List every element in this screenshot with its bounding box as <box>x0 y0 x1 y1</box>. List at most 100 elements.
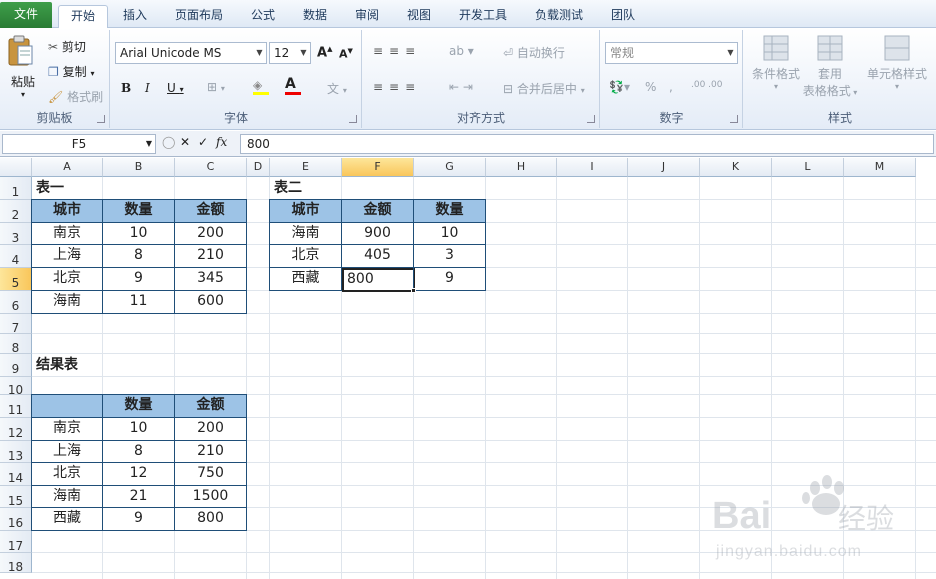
table1-data-cell[interactable]: 8 <box>102 244 175 268</box>
column-header-i[interactable]: I <box>557 158 628 177</box>
table1-data-cell[interactable]: 上海 <box>31 244 103 268</box>
result-data-cell[interactable]: 21 <box>102 485 175 508</box>
name-box[interactable]: F5 ▼ <box>2 134 156 154</box>
font-launcher-icon[interactable] <box>349 115 357 123</box>
result-data-cell[interactable]: 海南 <box>31 485 103 508</box>
column-header-a[interactable]: A <box>32 158 103 177</box>
collapse-icon[interactable]: ◯ <box>162 135 175 149</box>
table1-data-cell[interactable]: 210 <box>174 244 247 268</box>
row-header-14[interactable]: 14 <box>0 463 32 486</box>
result-header-cell[interactable]: 金额 <box>174 394 247 418</box>
cancel-icon[interactable]: ✕ <box>180 135 190 149</box>
tab-review[interactable]: 审阅 <box>344 5 390 28</box>
column-header-c[interactable]: C <box>175 158 247 177</box>
result-data-cell[interactable]: 800 <box>174 507 247 531</box>
row-header-6[interactable]: 6 <box>0 291 32 314</box>
row-header-8[interactable]: 8 <box>0 334 32 355</box>
enter-icon[interactable]: ✓ <box>198 135 208 149</box>
table2-data-cell[interactable]: 海南 <box>269 222 342 245</box>
active-cell-f5[interactable]: 800 <box>342 268 415 292</box>
decimal-icons[interactable]: .00 .00 <box>691 80 723 90</box>
table2-data-cell[interactable]: 405 <box>341 244 414 268</box>
table1-data-cell[interactable]: 南京 <box>31 222 103 245</box>
column-header-g[interactable]: G <box>414 158 486 177</box>
result-data-cell[interactable]: 1500 <box>174 485 247 508</box>
result-data-cell[interactable]: 8 <box>102 440 175 463</box>
tab-load-test[interactable]: 负载测试 <box>526 5 592 28</box>
font-name-select[interactable]: Arial Unicode MS ▼ <box>115 42 267 64</box>
paste-button[interactable]: 粘贴 ▾ <box>6 34 40 104</box>
select-all-corner[interactable] <box>0 158 32 177</box>
row-header-13[interactable]: 13 <box>0 441 32 463</box>
table1-data-cell[interactable]: 600 <box>174 290 247 314</box>
italic-icon[interactable]: I <box>145 81 150 95</box>
table1-data-cell[interactable]: 11 <box>102 290 175 314</box>
underline-icon[interactable]: U ▾ <box>167 81 184 95</box>
row-header-17[interactable]: 17 <box>0 531 32 553</box>
tab-team[interactable]: 团队 <box>600 5 646 28</box>
row-header-1[interactable]: 1 <box>0 177 32 200</box>
table2-data-cell[interactable]: 9 <box>413 267 486 291</box>
tab-insert[interactable]: 插入 <box>112 5 158 28</box>
cut-button[interactable]: ✂ 剪切 <box>48 38 86 55</box>
row-header-3[interactable]: 3 <box>0 223 32 245</box>
merge-center-button[interactable]: ⊟ 合并后居中 ▾ <box>503 80 585 97</box>
chevron-down-icon[interactable]: ▼ <box>146 135 152 153</box>
row-header-18[interactable]: 18 <box>0 553 32 574</box>
row-header-5[interactable]: 5 <box>0 268 32 291</box>
table1-header-cell[interactable]: 金额 <box>174 199 247 223</box>
column-header-j[interactable]: J <box>628 158 700 177</box>
table2-data-cell[interactable]: 西藏 <box>269 267 342 291</box>
paste-dropdown-icon[interactable]: ▾ <box>6 90 40 99</box>
table2-header-cell[interactable]: 城市 <box>269 199 342 223</box>
result-data-cell[interactable]: 南京 <box>31 417 103 441</box>
copy-button[interactable]: ❐ 复制 ▾ <box>48 63 94 80</box>
result-data-cell[interactable]: 9 <box>102 507 175 531</box>
number-format-select[interactable]: 常规 ▼ <box>605 42 738 64</box>
table2-header-cell[interactable]: 金额 <box>341 199 414 223</box>
orientation-icon[interactable]: ab ▾ <box>449 44 474 58</box>
horizontal-align-icons[interactable]: ≡≡≡ <box>373 80 421 94</box>
table2-data-cell[interactable]: 北京 <box>269 244 342 268</box>
tab-data[interactable]: 数据 <box>292 5 338 28</box>
result-data-cell[interactable]: 北京 <box>31 462 103 486</box>
result-data-cell[interactable]: 西藏 <box>31 507 103 531</box>
fill-color-icon[interactable]: ◈ <box>253 78 269 95</box>
row-header-7[interactable]: 7 <box>0 314 32 335</box>
column-header-d[interactable]: D <box>247 158 270 177</box>
cell-styles-button[interactable]: 单元格样式 ▾ <box>862 34 932 91</box>
conditional-format-button[interactable]: 条件格式 ▾ <box>750 34 802 91</box>
clipboard-launcher-icon[interactable] <box>97 115 105 123</box>
wrap-text-button[interactable]: ⏎ 自动换行 <box>503 44 565 61</box>
result-data-cell[interactable]: 750 <box>174 462 247 486</box>
result-header-cell[interactable] <box>31 394 103 418</box>
row-header-11[interactable]: 11 <box>0 395 32 418</box>
formula-input[interactable]: 800 <box>240 134 934 154</box>
table1-header-cell[interactable]: 数量 <box>102 199 175 223</box>
font-color-icon[interactable]: A <box>285 76 301 95</box>
insert-function-icon[interactable]: fx <box>216 135 227 149</box>
indent-icons[interactable]: ⇤ ⇥ <box>449 80 473 94</box>
row-header-9[interactable]: 9 <box>0 354 32 377</box>
tab-view[interactable]: 视图 <box>396 5 442 28</box>
comma-icon[interactable]: , <box>669 80 673 94</box>
table1-data-cell[interactable]: 北京 <box>31 267 103 291</box>
format-painter-button[interactable]: 🖌 格式刷 <box>48 88 103 105</box>
row-header-15[interactable]: 15 <box>0 486 32 508</box>
vertical-align-icons[interactable]: ≡≡≡ <box>373 44 421 58</box>
result-data-cell[interactable]: 200 <box>174 417 247 441</box>
table1-header-cell[interactable]: 城市 <box>31 199 103 223</box>
border-icon[interactable]: ⊞ ▾ <box>207 80 225 94</box>
tab-file[interactable]: 文件 <box>0 2 52 28</box>
tab-home[interactable]: 开始 <box>58 5 108 28</box>
phonetic-icon[interactable]: 文 ▾ <box>327 80 347 97</box>
column-header-f[interactable]: F <box>342 158 414 177</box>
tab-formulas[interactable]: 公式 <box>240 5 286 28</box>
table1-data-cell[interactable]: 200 <box>174 222 247 245</box>
result-header-cell[interactable]: 数量 <box>102 394 175 418</box>
table1-data-cell[interactable]: 345 <box>174 267 247 291</box>
alignment-launcher-icon[interactable] <box>587 115 595 123</box>
result-data-cell[interactable]: 上海 <box>31 440 103 463</box>
tab-page-layout[interactable]: 页面布局 <box>166 5 232 28</box>
column-header-b[interactable]: B <box>103 158 175 177</box>
